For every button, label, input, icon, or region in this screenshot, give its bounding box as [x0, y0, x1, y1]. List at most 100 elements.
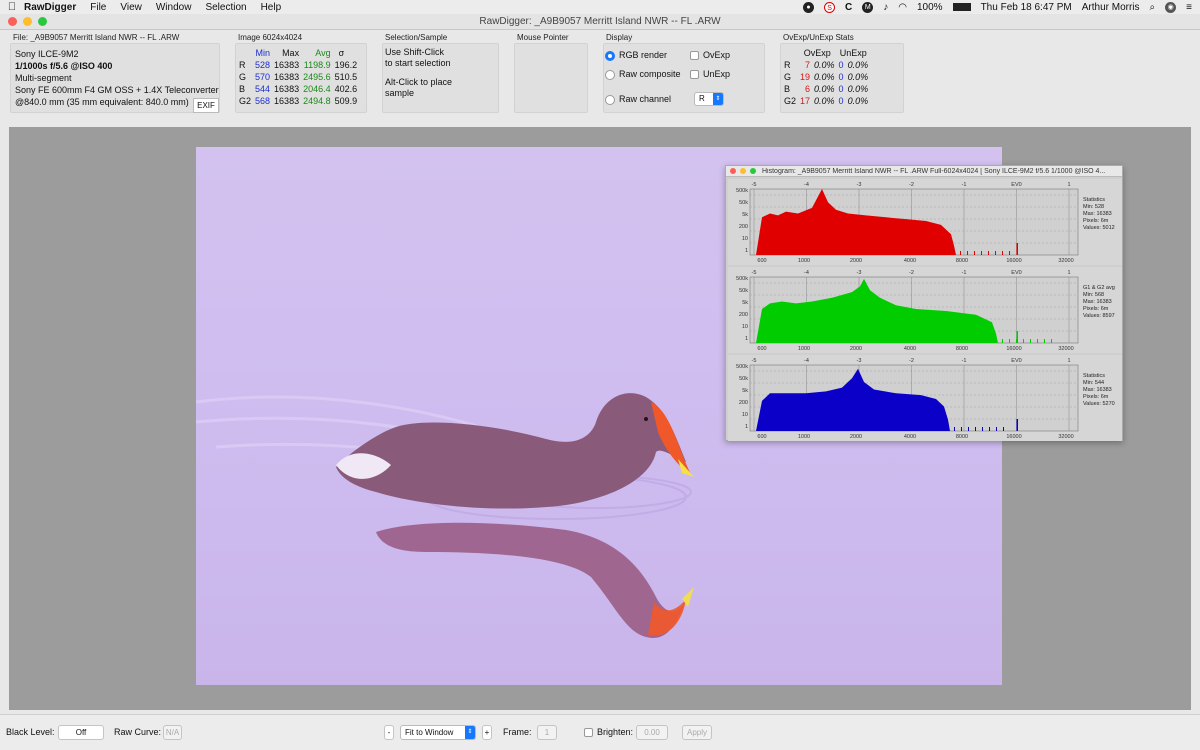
- m-icon[interactable]: M: [862, 1, 874, 13]
- ev-tick-label: 1: [1067, 358, 1070, 364]
- table-row: B 544 16383 2046.4 402.6: [239, 84, 358, 94]
- x-tick-label: 1000: [798, 434, 810, 440]
- exposure-info: 1/1000s f/5.6 @ISO 400: [15, 61, 113, 71]
- histogram-bar: [988, 251, 989, 255]
- col-ovexp: OvExp: [803, 48, 831, 58]
- file-panel-label: File: _A9B9057 Merritt Island NWR -- FL …: [13, 33, 180, 42]
- y-tick-label: 5k: [742, 388, 748, 394]
- menu-selection[interactable]: Selection: [205, 2, 246, 13]
- apply-button[interactable]: Apply: [682, 725, 712, 740]
- menu-help[interactable]: Help: [261, 2, 282, 13]
- camera-model: Sony ILCE-9M2: [15, 49, 79, 59]
- raw-channel-radio[interactable]: Raw channel: [605, 94, 671, 105]
- histogram-pane-red: -5 -4 -3 -2 -1 EV0 1 600 1000 2000 4000 8000 16000 32…: [728, 179, 1122, 265]
- music-icon[interactable]: ♪: [883, 2, 888, 13]
- ev-tick-label: -4: [804, 182, 809, 188]
- minimize-icon[interactable]: [23, 17, 32, 26]
- apple-icon[interactable]: : [0, 1, 24, 13]
- ev-tick-label: EV0: [1011, 270, 1021, 276]
- x-tick-label: 1000: [798, 346, 810, 352]
- histogram-bar: [968, 427, 969, 431]
- ev-tick-label: -2: [909, 182, 914, 188]
- ovexp-checkbox[interactable]: OvExp: [690, 50, 730, 61]
- image-stats-panel: Min Max Avg σ R 528 16383 1198.9 196.2 G…: [235, 43, 367, 113]
- menu-view[interactable]: View: [120, 2, 142, 13]
- status-area: ● S C M ♪ ◠ 100% Thu Feb 18 6:47 PM Arth…: [803, 1, 1200, 13]
- ev-tick-label: 1: [1067, 182, 1070, 188]
- rgb-render-radio[interactable]: RGB render: [605, 50, 667, 61]
- brighten-checkbox[interactable]: Brighten:: [584, 727, 633, 738]
- spotlight-icon[interactable]: ⌕: [1150, 2, 1156, 13]
- x-tick-label: 2000: [850, 346, 862, 352]
- histogram-minimize-icon[interactable]: [740, 168, 746, 174]
- x-tick-label: 8000: [956, 258, 968, 264]
- table-row: G2 17 0.0% 0 0.0%: [784, 96, 869, 106]
- s-icon[interactable]: S: [824, 1, 836, 13]
- x-tick-label: 1000: [798, 258, 810, 264]
- battery-text[interactable]: 100%: [917, 2, 943, 13]
- menu-file[interactable]: File: [90, 2, 106, 13]
- exif-button[interactable]: EXIF: [193, 98, 219, 113]
- ev-tick-label: -3: [857, 270, 862, 276]
- close-icon[interactable]: [8, 17, 17, 26]
- histogram-bar: [996, 427, 997, 431]
- ev-tick-label: -1: [962, 270, 967, 276]
- eye-icon[interactable]: ●: [803, 1, 815, 13]
- selection-hint-1: Use Shift-Click: [385, 47, 445, 57]
- histogram-window[interactable]: Histogram: _A9B9057 Merritt Island NWR -…: [725, 165, 1123, 441]
- window-title: RawDigger: _A9B9057 Merritt Island NWR -…: [479, 16, 721, 27]
- zoom-out-button[interactable]: -: [384, 725, 394, 740]
- user-name[interactable]: Arthur Morris: [1082, 2, 1140, 13]
- y-tick-label: 200: [739, 400, 748, 406]
- table-row: B 6 0.0% 0 0.0%: [784, 84, 869, 94]
- y-tick-label: 1: [745, 336, 748, 342]
- file-panel: Sony ILCE-9M2 1/1000s f/5.6 @ISO 400 Mul…: [10, 43, 220, 113]
- ev-tick-label: -2: [909, 358, 914, 364]
- histogram-bar: [1016, 331, 1018, 343]
- raw-composite-radio[interactable]: Raw composite: [605, 69, 681, 80]
- histogram-close-icon[interactable]: [730, 168, 736, 174]
- mouse-panel-label: Mouse Pointer: [517, 33, 569, 42]
- control-center-icon[interactable]: ≡: [1186, 2, 1192, 13]
- clock[interactable]: Thu Feb 18 6:47 PM: [981, 2, 1072, 13]
- ev-tick-label: -4: [804, 270, 809, 276]
- unexp-checkbox[interactable]: UnExp: [690, 69, 730, 80]
- zoom-icon[interactable]: [38, 17, 47, 26]
- c-icon[interactable]: C: [845, 2, 852, 13]
- histogram-titlebar[interactable]: Histogram: _A9B9057 Merritt Island NWR -…: [726, 166, 1122, 177]
- y-tick-label: 500k: [736, 276, 748, 282]
- x-tick-label: 600: [757, 258, 766, 264]
- brighten-stepper[interactable]: 0.00: [636, 725, 668, 740]
- raw-curve-select[interactable]: N/A: [163, 725, 182, 740]
- frame-stepper[interactable]: 1: [537, 725, 557, 740]
- histogram-zoom-icon[interactable]: [750, 168, 756, 174]
- black-level-label: Black Level:: [6, 727, 55, 737]
- ev-tick-label: -2: [909, 270, 914, 276]
- col-min: Min: [255, 48, 271, 58]
- histogram-chart-green: -5 -4 -3 -2 -1 EV0 1 600 1000 2000 4000 8000 16000 32…: [736, 270, 1079, 352]
- menu-window[interactable]: Window: [156, 2, 192, 13]
- fit-to-window-select[interactable]: Fit to Window ⇕: [400, 725, 476, 740]
- histogram-bar: [954, 427, 955, 431]
- histogram-bar: [974, 251, 975, 255]
- frame-label: Frame:: [503, 727, 532, 737]
- histogram-bar: [967, 251, 968, 255]
- x-tick-label: 600: [757, 346, 766, 352]
- histogram-pane-green: -5 -4 -3 -2 -1 EV0 1 600 1000 2000 4000 8000 16000 32…: [728, 267, 1122, 353]
- x-tick-label: 2000: [850, 258, 862, 264]
- x-tick-label: 32000: [1058, 258, 1073, 264]
- zoom-in-button[interactable]: +: [482, 725, 492, 740]
- lens-info: Sony FE 600mm F4 GM OSS + 1.4X Teleconve…: [15, 85, 219, 95]
- ev-tick-label: -5: [752, 358, 757, 364]
- black-level-select[interactable]: Off: [58, 725, 104, 740]
- col-avg: Avg: [315, 48, 331, 58]
- raw-curve-label: Raw Curve:: [114, 727, 162, 737]
- menu-app-name[interactable]: RawDigger: [24, 2, 76, 13]
- raw-channel-select[interactable]: R ⇕: [694, 92, 724, 106]
- siri-icon[interactable]: ◉: [1165, 1, 1177, 13]
- battery-icon[interactable]: [952, 3, 971, 11]
- wifi-icon[interactable]: ◠: [898, 2, 907, 13]
- selection-hint-3: Alt-Click to place: [385, 77, 453, 87]
- histogram-bar: [1003, 427, 1004, 431]
- histogram-chart-blue: -5 -4 -3 -2 -1 EV0 1 600 1000 2000 4000 8000 16000 32…: [736, 358, 1079, 440]
